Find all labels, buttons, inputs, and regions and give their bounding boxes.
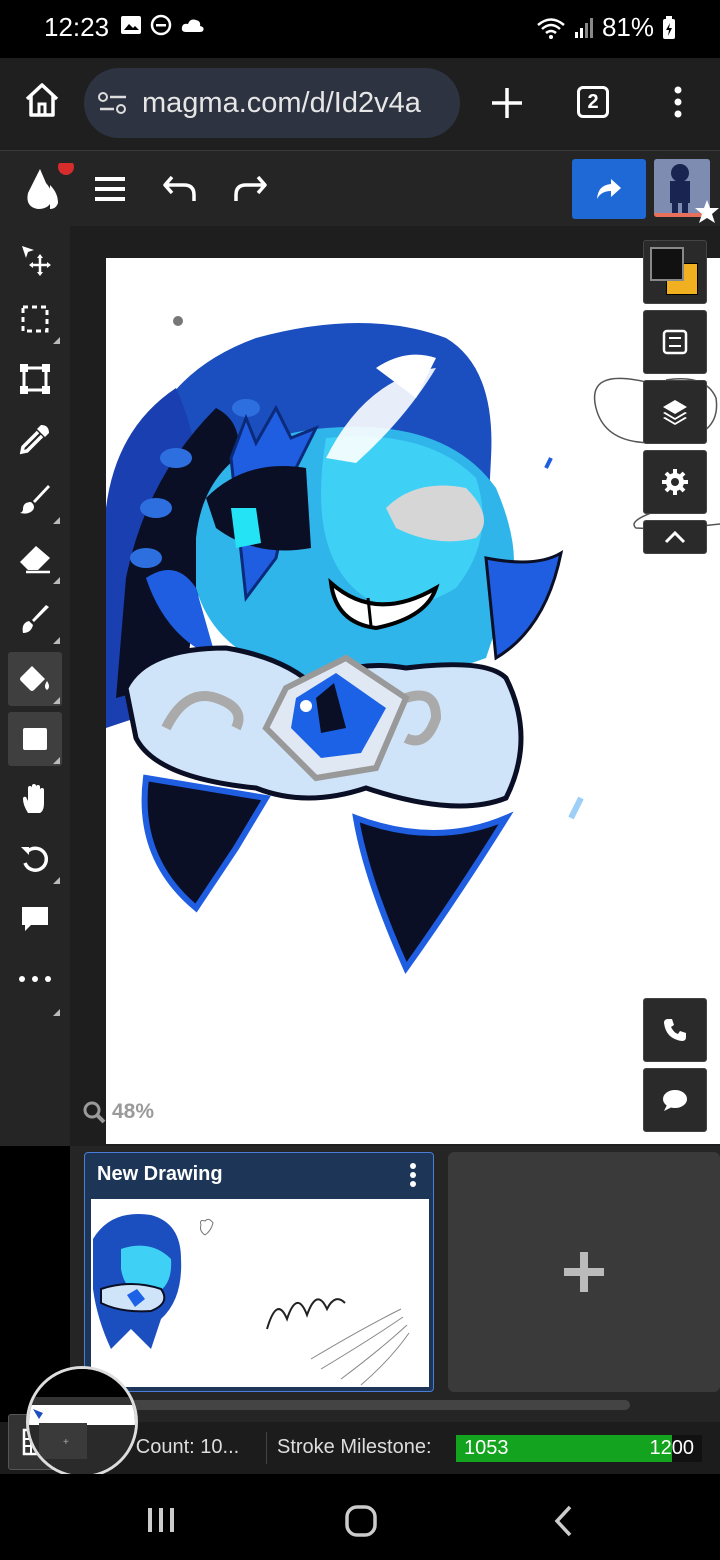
browser-toolbar: magma.com/d/Id2v4a 2 xyxy=(0,58,720,150)
color-swatches[interactable] xyxy=(643,240,707,304)
layers-icon xyxy=(663,400,687,425)
menu-icon[interactable] xyxy=(94,175,126,208)
url-text: magma.com/d/Id2v4a xyxy=(142,86,421,119)
transform-icon[interactable] xyxy=(8,352,62,406)
kebab-menu-icon[interactable] xyxy=(670,84,686,125)
system-indicators: 81% xyxy=(536,12,676,43)
divider xyxy=(266,1432,267,1464)
paint-bucket-icon[interactable] xyxy=(8,652,62,706)
comment-icon[interactable] xyxy=(8,892,62,946)
address-bar[interactable]: magma.com/d/Id2v4a xyxy=(84,68,460,138)
svg-text:+: + xyxy=(63,1437,69,1448)
share-button[interactable] xyxy=(572,159,646,219)
chat-button[interactable] xyxy=(643,1068,707,1132)
voice-call-button[interactable] xyxy=(643,998,707,1062)
tab-switcher-icon[interactable]: 2 xyxy=(577,86,609,118)
clock: 12:23 xyxy=(44,12,110,42)
milestone-progress-bar: 1053 1200 xyxy=(456,1435,702,1462)
home-icon[interactable] xyxy=(22,80,62,125)
drawing-canvas[interactable] xyxy=(106,258,720,1144)
recents-icon[interactable] xyxy=(146,1506,176,1539)
zoom-icon xyxy=(83,1101,106,1124)
magma-logo-icon[interactable] xyxy=(22,159,74,220)
home-nav-icon[interactable] xyxy=(344,1504,378,1543)
rotate-icon[interactable] xyxy=(8,832,62,886)
share-icon xyxy=(597,179,621,199)
wifi-icon xyxy=(537,17,565,39)
chat-icon xyxy=(663,1090,687,1111)
settings-button[interactable] xyxy=(643,450,707,514)
site-settings-icon xyxy=(98,92,126,114)
move-icon[interactable] xyxy=(8,232,62,286)
new-drawing-button[interactable] xyxy=(448,1152,720,1392)
back-icon[interactable] xyxy=(552,1504,574,1543)
app-toolbar xyxy=(0,150,720,227)
cloud-icon xyxy=(181,19,204,32)
zoom-indicator[interactable]: 48% xyxy=(82,1100,154,1124)
magnifier-loupe: + xyxy=(26,1366,138,1478)
milestone-target: 1200 xyxy=(649,1437,695,1459)
cookie-drawing-illustration xyxy=(106,316,720,975)
primary-color-swatch[interactable] xyxy=(650,247,684,281)
add-icon xyxy=(564,1252,604,1292)
battery-percent: 81% xyxy=(601,12,654,42)
gear-icon xyxy=(662,469,688,495)
drawing-card[interactable]: New Drawing xyxy=(84,1152,434,1392)
adjustments-button[interactable] xyxy=(643,310,707,374)
panel-scrollbar[interactable] xyxy=(130,1400,630,1410)
redo-icon[interactable] xyxy=(232,173,268,208)
tool-sidebar xyxy=(0,226,71,1146)
eyedropper-icon[interactable] xyxy=(8,412,62,466)
stroke-milestone-label: Stroke Milestone: xyxy=(277,1436,432,1458)
signal-icon xyxy=(574,17,593,38)
chevron-up-icon xyxy=(664,530,686,544)
notification-icons xyxy=(120,14,206,36)
zoom-level: 48% xyxy=(112,1100,155,1123)
gallery-icon xyxy=(121,16,141,34)
card-menu-icon[interactable] xyxy=(409,1163,417,1192)
more-icon[interactable] xyxy=(8,952,62,1016)
dnd-icon xyxy=(150,14,172,36)
brush-icon[interactable] xyxy=(8,472,62,526)
undo-icon[interactable] xyxy=(162,173,198,208)
status-bar: 12:23 81% xyxy=(0,0,720,58)
new-tab-icon[interactable] xyxy=(490,86,524,125)
layers-button[interactable] xyxy=(643,380,707,444)
selection-icon[interactable] xyxy=(8,292,62,346)
adjustments-icon xyxy=(662,329,688,355)
eraser-icon[interactable] xyxy=(8,532,62,586)
drawing-title: New Drawing xyxy=(97,1163,223,1185)
battery-icon xyxy=(663,15,675,39)
hand-icon[interactable] xyxy=(8,772,62,826)
smudge-icon[interactable] xyxy=(8,592,62,646)
system-navigation-bar xyxy=(0,1474,720,1560)
drawing-thumbnail[interactable] xyxy=(91,1199,429,1387)
phone-icon xyxy=(664,1019,686,1041)
milestone-current: 1053 xyxy=(464,1437,509,1459)
rectangle-icon[interactable] xyxy=(8,712,62,766)
collapse-button[interactable] xyxy=(643,520,707,554)
